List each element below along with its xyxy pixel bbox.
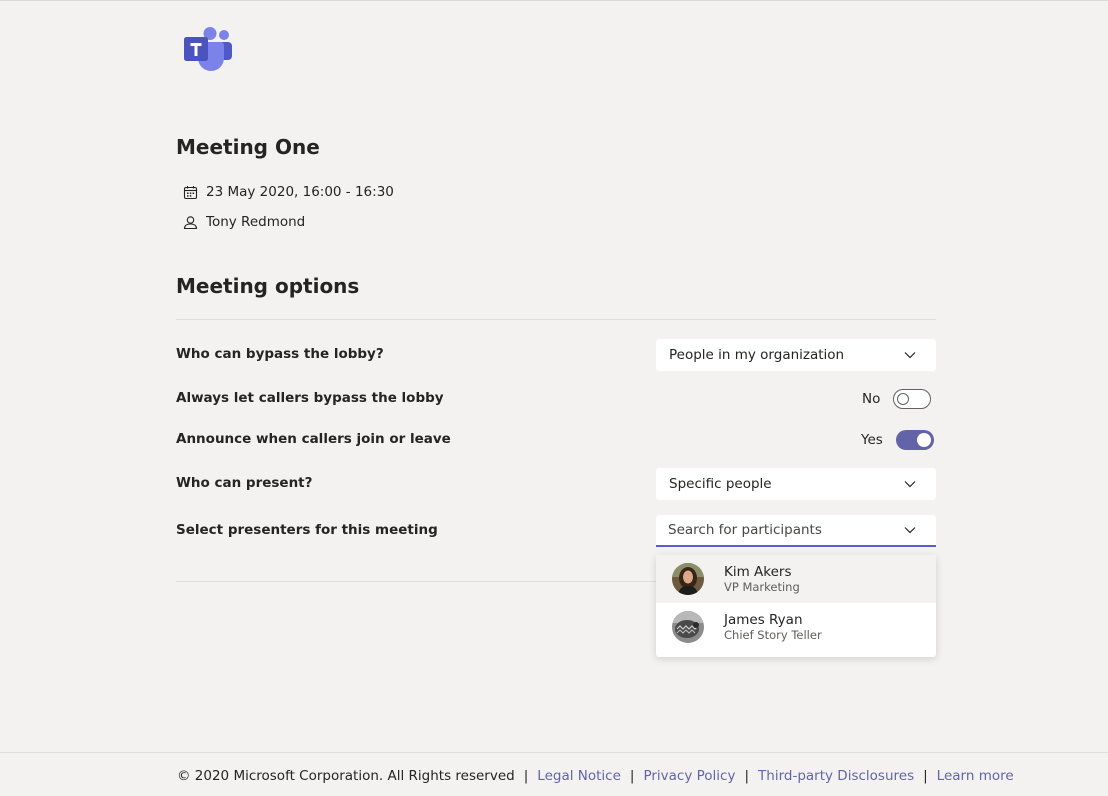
- callers-bypass-state: No: [862, 391, 881, 407]
- who-present-label: Who can present?: [176, 475, 313, 491]
- participant-title: Chief Story Teller: [724, 627, 822, 642]
- callers-bypass-toggle[interactable]: [893, 389, 932, 409]
- avatar: [672, 611, 704, 643]
- toggle-knob: [916, 433, 931, 447]
- toggle-knob: [897, 393, 910, 405]
- list-item[interactable]: James Ryan Chief Story Teller: [656, 603, 936, 651]
- footer-divider: [0, 752, 1108, 753]
- avatar: [672, 563, 704, 595]
- bypass-lobby-label: Who can bypass the lobby?: [176, 346, 384, 362]
- third-party-link[interactable]: Third-party Disclosures: [758, 768, 914, 784]
- presenters-search[interactable]: [656, 515, 936, 547]
- teams-logo-icon: [183, 27, 235, 75]
- participant-name: James Ryan: [724, 611, 803, 628]
- chevron-down-icon: [904, 480, 916, 488]
- meeting-title: Meeting One: [176, 135, 320, 159]
- privacy-policy-link[interactable]: Privacy Policy: [643, 768, 735, 784]
- divider: [176, 319, 936, 320]
- meeting-datetime-text: 23 May 2020, 16:00 - 16:30: [206, 184, 394, 200]
- meeting-datetime: 23 May 2020, 16:00 - 16:30: [183, 184, 394, 200]
- participants-list: Kim Akers VP Marketing James Ryan Chief …: [656, 555, 936, 657]
- announce-callers-label: Announce when callers join or leave: [176, 431, 451, 447]
- presenters-search-input[interactable]: [668, 522, 868, 538]
- top-border: [0, 0, 1108, 1]
- bypass-lobby-value: People in my organization: [669, 347, 845, 363]
- meeting-organizer: Tony Redmond: [183, 214, 305, 230]
- legal-notice-link[interactable]: Legal Notice: [537, 768, 621, 784]
- person-icon: [183, 215, 198, 230]
- announce-callers-toggle[interactable]: [895, 430, 934, 450]
- participant-info: James Ryan Chief Story Teller: [724, 612, 822, 643]
- participant-title: VP Marketing: [724, 579, 800, 594]
- chevron-down-icon: [904, 351, 916, 359]
- calendar-icon: [183, 185, 198, 200]
- meeting-options-title: Meeting options: [176, 274, 360, 298]
- announce-callers-control: Yes: [861, 430, 934, 450]
- footer-separator: |: [923, 768, 928, 784]
- footer-separator: |: [744, 768, 750, 784]
- who-present-dropdown[interactable]: Specific people: [656, 468, 936, 500]
- footer: © 2020 Microsoft Corporation. All Rights…: [177, 768, 1014, 784]
- footer-separator: |: [523, 768, 529, 784]
- callers-bypass-label: Always let callers bypass the lobby: [176, 390, 444, 406]
- participant-info: Kim Akers VP Marketing: [724, 564, 800, 595]
- bypass-lobby-dropdown[interactable]: People in my organization: [656, 339, 936, 371]
- select-presenters-label: Select presenters for this meeting: [176, 522, 438, 538]
- learn-more-link[interactable]: Learn more: [937, 768, 1014, 784]
- list-item[interactable]: Kim Akers VP Marketing: [656, 555, 936, 603]
- participant-name: Kim Akers: [724, 563, 792, 580]
- announce-callers-state: Yes: [861, 432, 883, 448]
- meeting-organizer-text: Tony Redmond: [206, 214, 306, 230]
- chevron-down-icon[interactable]: [904, 522, 916, 538]
- who-present-value: Specific people: [669, 476, 772, 492]
- callers-bypass-control: No: [862, 389, 932, 409]
- copyright-text: © 2020 Microsoft Corporation. All Rights…: [177, 768, 515, 784]
- footer-separator: |: [629, 768, 635, 784]
